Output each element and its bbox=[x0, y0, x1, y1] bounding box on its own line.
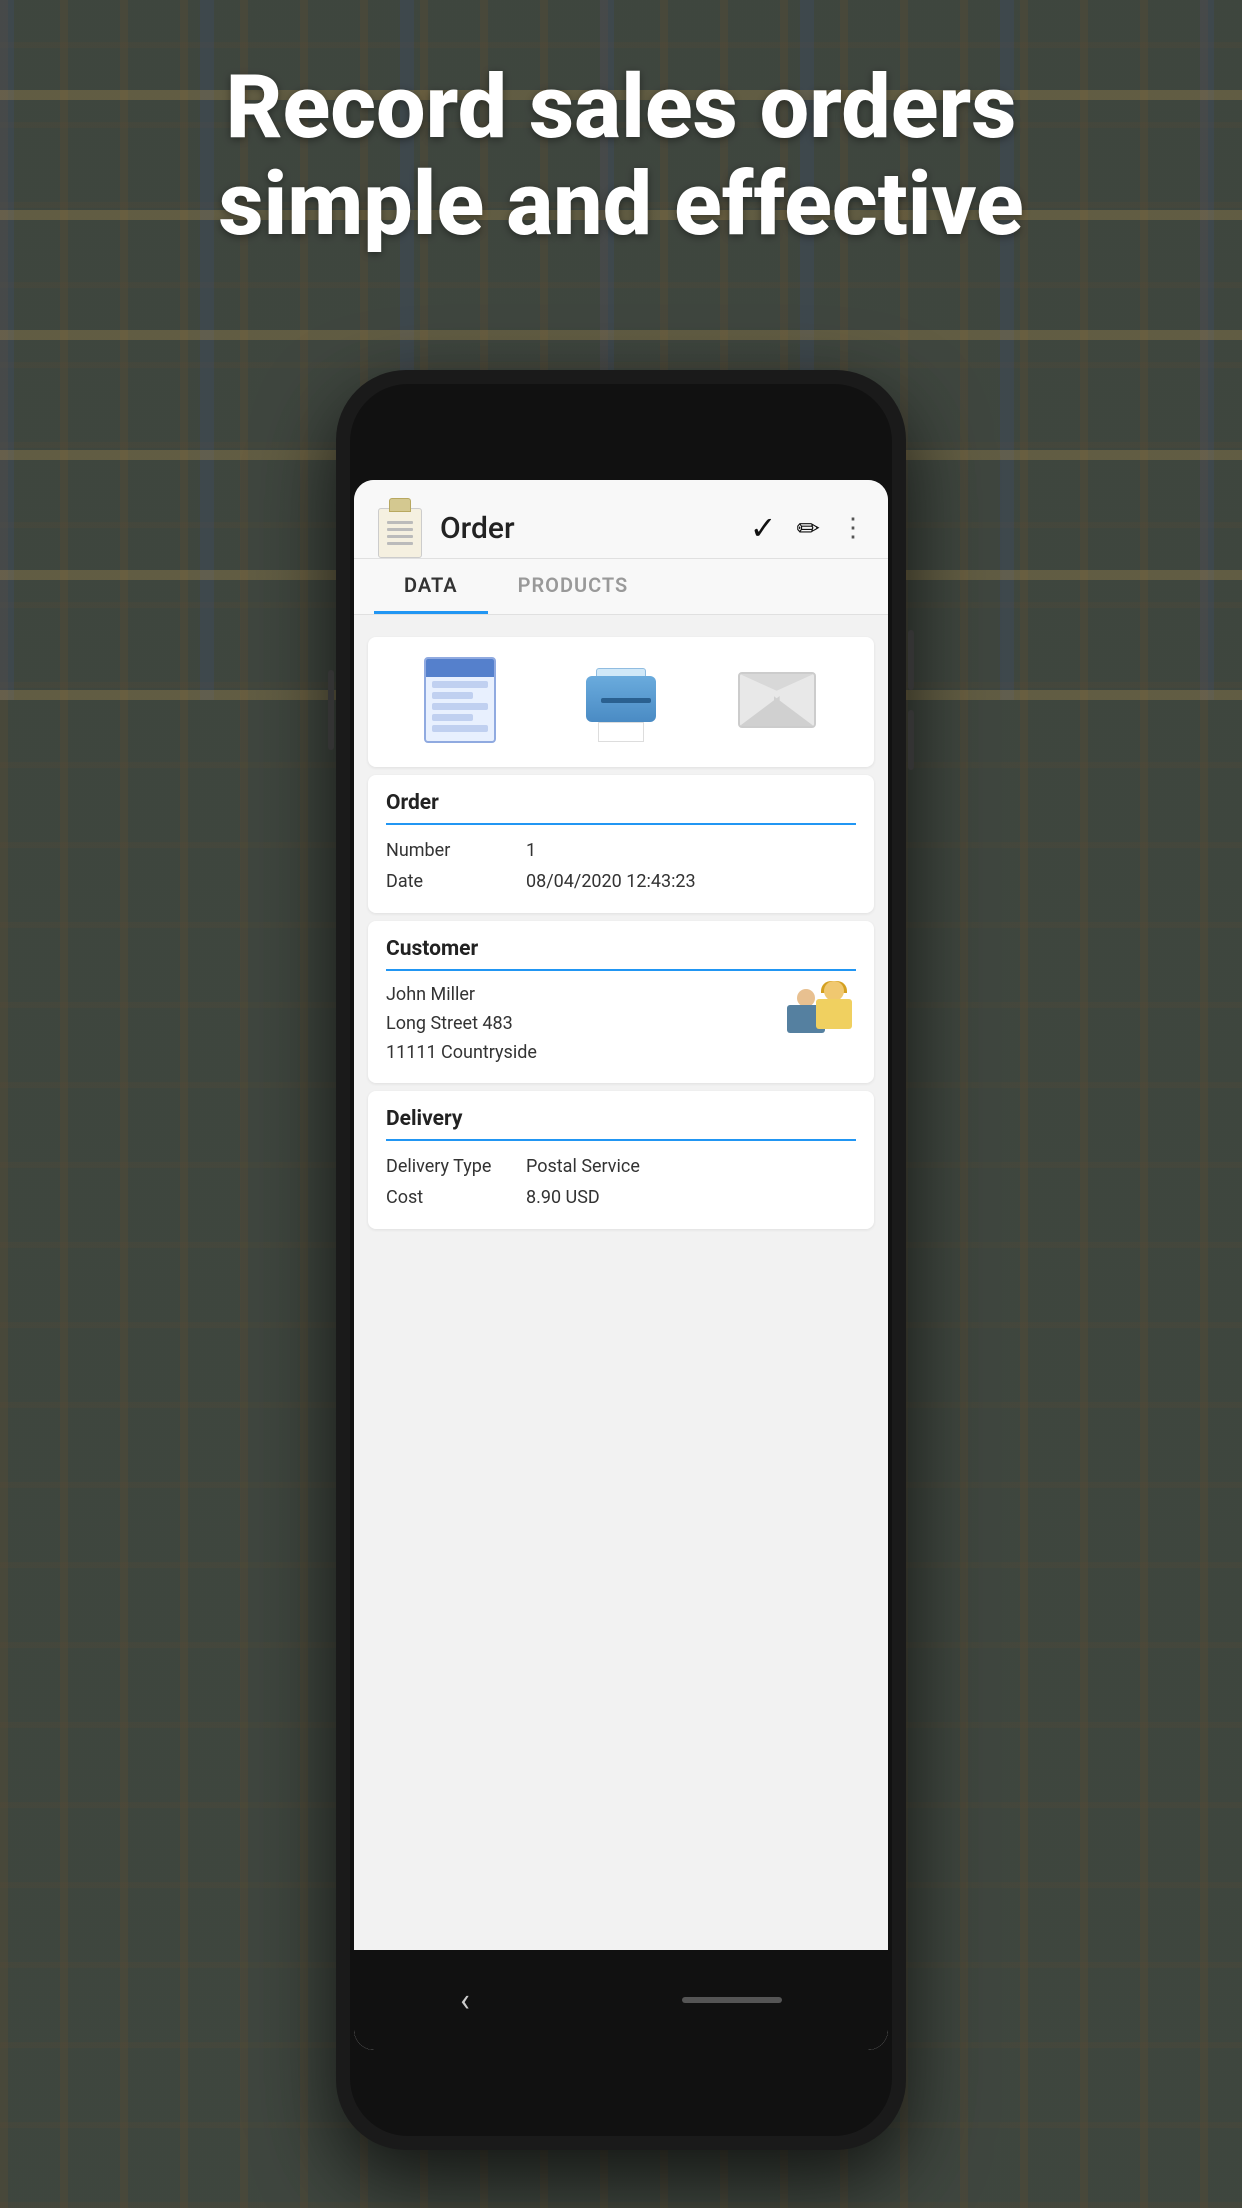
delivery-cost-row: Cost 8.90 USD bbox=[386, 1182, 856, 1213]
clipboard-clip bbox=[389, 498, 411, 512]
envelope-right-fold bbox=[774, 696, 814, 726]
order-section-card: Order Number 1 Date 08/04/2020 12:43:23 bbox=[368, 775, 874, 913]
volume-down-button[interactable] bbox=[908, 710, 914, 770]
hero-line1: Record sales orders bbox=[80, 60, 1162, 157]
order-number-row: Number 1 bbox=[386, 835, 856, 866]
order-number-value: 1 bbox=[526, 840, 856, 861]
scroll-content[interactable]: Order Number 1 Date 08/04/2020 12:43:23 … bbox=[354, 615, 888, 2050]
printer-slot bbox=[601, 698, 651, 703]
clipboard-lines bbox=[387, 521, 413, 549]
top-bar-actions: ✓ ✏ ⋮ bbox=[750, 509, 868, 547]
back-button[interactable]: ‹ bbox=[460, 1981, 470, 2019]
bottom-navigation: ‹ bbox=[354, 1950, 888, 2050]
customer-address-line2: 11111 Countryside bbox=[386, 1039, 784, 1068]
tab-products[interactable]: PRODUCTS bbox=[488, 559, 659, 614]
customer-section-card: Customer John Miller Long Street 483 111… bbox=[368, 921, 874, 1083]
edit-button[interactable]: ✏ bbox=[797, 512, 820, 545]
female-head bbox=[824, 981, 844, 1001]
delivery-cost-label: Cost bbox=[386, 1187, 526, 1208]
delivery-type-label: Delivery Type bbox=[386, 1156, 526, 1177]
tab-data[interactable]: DATA bbox=[374, 559, 488, 614]
delivery-section-card: Delivery Delivery Type Postal Service Co… bbox=[368, 1091, 874, 1229]
doc-row bbox=[432, 692, 473, 699]
female-person-icon bbox=[812, 981, 856, 1039]
tabs: DATA PRODUCTS bbox=[354, 559, 888, 615]
confirm-button[interactable]: ✓ bbox=[750, 509, 777, 547]
clipboard-line bbox=[387, 535, 413, 538]
customer-section-title: Customer bbox=[386, 937, 856, 971]
clipboard-line bbox=[387, 528, 413, 531]
phone-screen: Order ✓ ✏ ⋮ DATA PRODUCTS bbox=[354, 480, 888, 2050]
app-content: Order ✓ ✏ ⋮ DATA PRODUCTS bbox=[354, 480, 888, 2050]
doc-row bbox=[432, 714, 473, 721]
doc-row bbox=[432, 725, 488, 732]
order-date-value: 08/04/2020 12:43:23 bbox=[526, 871, 856, 892]
app-logo bbox=[374, 498, 426, 558]
customer-name: John Miller bbox=[386, 981, 784, 1010]
app-title: Order bbox=[440, 511, 750, 546]
order-date-row: Date 08/04/2020 12:43:23 bbox=[386, 866, 856, 897]
more-options-button[interactable]: ⋮ bbox=[840, 513, 868, 543]
home-indicator[interactable] bbox=[682, 1997, 782, 2003]
customer-address-line1: Long Street 483 bbox=[386, 1010, 784, 1039]
doc-row bbox=[432, 703, 488, 710]
top-bar: Order ✓ ✏ ⋮ bbox=[354, 480, 888, 559]
hero-text: Record sales orders simple and effective bbox=[0, 60, 1242, 254]
clipboard-line bbox=[387, 521, 413, 524]
customer-info-row: John Miller Long Street 483 11111 Countr… bbox=[386, 981, 856, 1067]
order-number-label: Number bbox=[386, 840, 526, 861]
power-button[interactable] bbox=[328, 670, 334, 750]
customer-avatar-icon bbox=[784, 981, 856, 1045]
printer-icon[interactable] bbox=[581, 662, 661, 742]
phone-frame: Order ✓ ✏ ⋮ DATA PRODUCTS bbox=[336, 370, 906, 2150]
doc-header bbox=[426, 659, 494, 677]
envelope-body bbox=[738, 672, 816, 728]
printer-body bbox=[586, 676, 656, 722]
female-body bbox=[816, 999, 852, 1029]
clipboard-body bbox=[378, 508, 422, 558]
order-section-title: Order bbox=[386, 791, 856, 825]
document-icon[interactable] bbox=[424, 657, 504, 747]
envelope-flap bbox=[740, 674, 814, 702]
doc-body bbox=[424, 657, 496, 743]
delivery-type-value: Postal Service bbox=[526, 1156, 856, 1177]
envelope-icon[interactable] bbox=[738, 672, 818, 732]
doc-row bbox=[432, 681, 488, 688]
hero-line2: simple and effective bbox=[80, 157, 1162, 254]
clipboard-line bbox=[387, 542, 413, 545]
order-date-label: Date bbox=[386, 871, 526, 892]
delivery-type-row: Delivery Type Postal Service bbox=[386, 1151, 856, 1182]
delivery-section-title: Delivery bbox=[386, 1107, 856, 1141]
customer-info: John Miller Long Street 483 11111 Countr… bbox=[386, 981, 784, 1067]
action-icons-card bbox=[368, 637, 874, 767]
delivery-cost-value: 8.90 USD bbox=[526, 1187, 856, 1208]
printer-paper-out bbox=[598, 722, 644, 742]
volume-up-button[interactable] bbox=[908, 630, 914, 690]
